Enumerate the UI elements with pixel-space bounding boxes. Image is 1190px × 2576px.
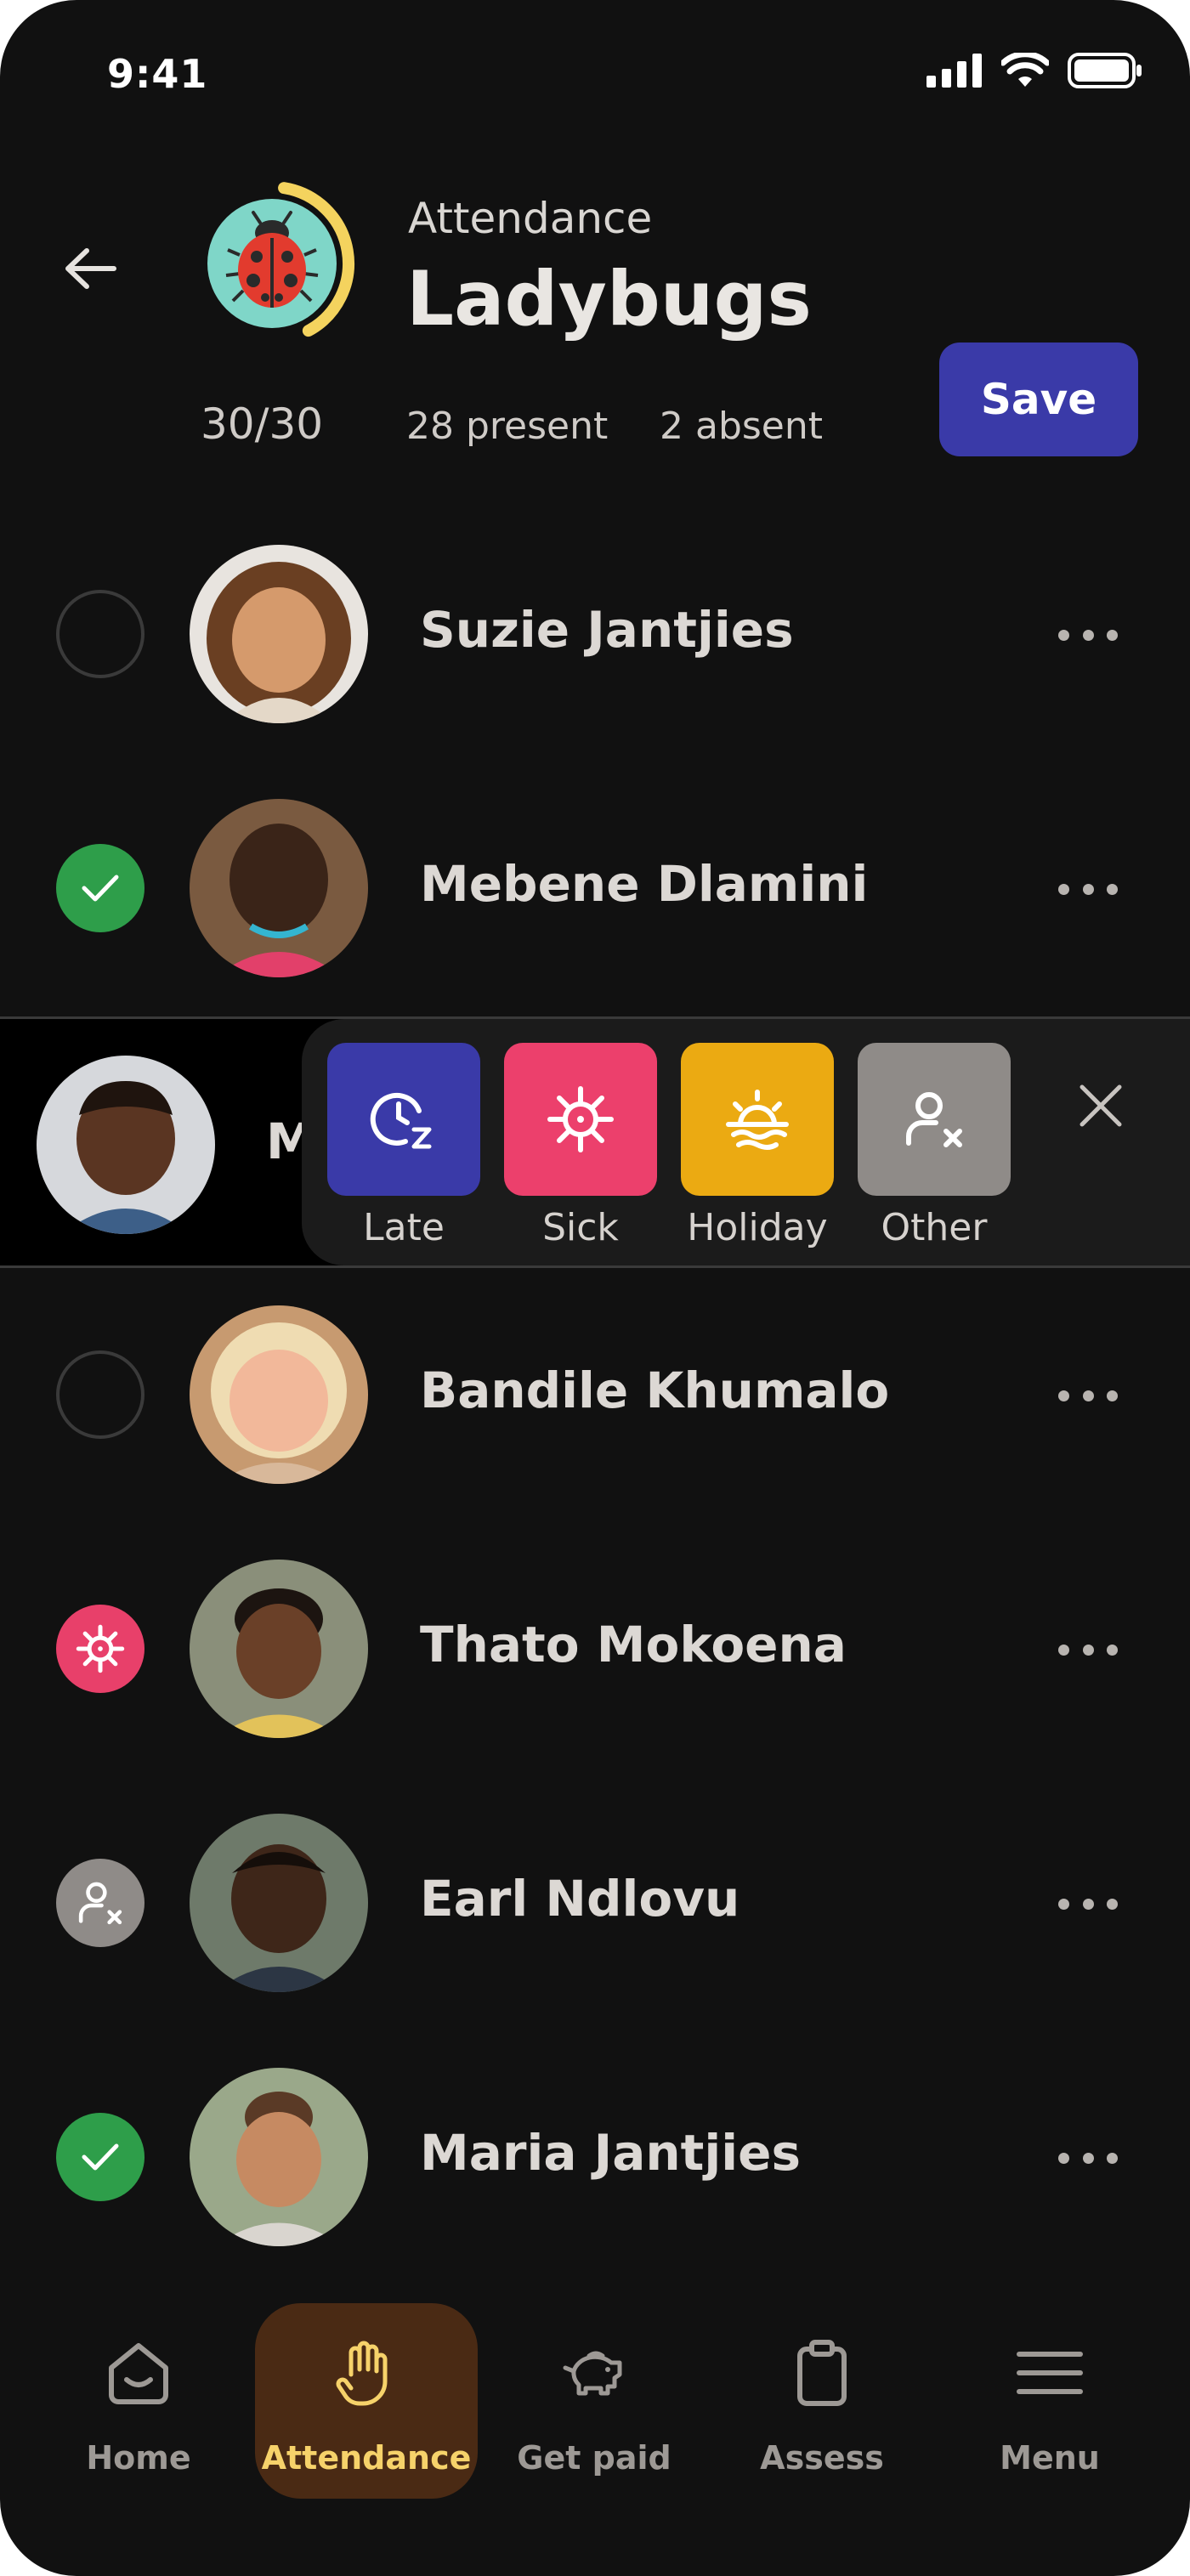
- student-photo: [37, 1056, 215, 1234]
- attendance-toggle[interactable]: [56, 844, 144, 932]
- absence-reason-tray: Late Sick Holiday Other: [302, 1019, 1190, 1265]
- nav-attendance[interactable]: Attendance: [255, 2303, 478, 2499]
- nav-assess[interactable]: Assess: [711, 2303, 933, 2499]
- student-name: Bandile Khumalo: [420, 1362, 890, 1419]
- dot-icon: [1082, 883, 1094, 895]
- attendance-toggle[interactable]: [56, 1350, 144, 1439]
- more-options-button[interactable]: [1058, 2141, 1118, 2175]
- dot-icon: [1082, 2152, 1094, 2164]
- nav-label: Assess: [760, 2439, 884, 2477]
- student-row[interactable]: Earl Ndlovu: [0, 1776, 1190, 2030]
- student-photo: [190, 2068, 368, 2246]
- student-photo: [190, 1814, 368, 1992]
- more-options-button[interactable]: [1058, 1379, 1118, 1413]
- dot-icon: [1058, 1390, 1069, 1401]
- signal-icon: [926, 54, 982, 88]
- present-count: 28 present: [406, 405, 609, 448]
- dot-icon: [1082, 629, 1094, 641]
- student-row[interactable]: Maria Jantjies: [0, 2030, 1190, 2284]
- dot-icon: [1082, 1644, 1094, 1656]
- more-options-button[interactable]: [1058, 618, 1118, 652]
- dot-icon: [1107, 629, 1118, 641]
- nav-label: Get paid: [517, 2439, 672, 2477]
- virus-icon: [76, 1624, 125, 1673]
- dot-icon: [1058, 883, 1069, 895]
- holiday-label: Holiday: [687, 1206, 828, 1249]
- more-options-button[interactable]: [1058, 1887, 1118, 1921]
- page-title: Ladybugs: [406, 255, 812, 343]
- phone-screen: 9:41 Attendance Ladybugs 30/30 28 presen…: [0, 0, 1190, 2576]
- student-photo: [190, 799, 368, 977]
- arrow-left-icon: [65, 248, 116, 289]
- dot-icon: [1058, 1644, 1069, 1656]
- status-time: 9:41: [107, 51, 208, 97]
- attendance-toggle[interactable]: [56, 590, 144, 678]
- status-icons: [926, 53, 1142, 88]
- sick-button[interactable]: [504, 1043, 657, 1196]
- student-name: Earl Ndlovu: [420, 1870, 740, 1928]
- nav-label: Attendance: [261, 2439, 472, 2477]
- menu-icon: [1017, 2352, 1083, 2394]
- student-name: Mebene Dlamini: [420, 855, 869, 913]
- student-name: Maria Jantjies: [420, 2124, 802, 2182]
- save-button[interactable]: Save: [939, 343, 1138, 456]
- late-button[interactable]: [327, 1043, 480, 1196]
- more-options-button[interactable]: [1058, 872, 1118, 906]
- student-name: Thato Mokoena: [420, 1616, 847, 1673]
- piggy-bank-icon: [563, 2351, 622, 2396]
- virus-icon: [547, 1086, 614, 1152]
- hand-icon: [336, 2341, 388, 2406]
- student-row[interactable]: Bandile Khumalo: [0, 1268, 1190, 1522]
- dot-icon: [1058, 629, 1069, 641]
- clipboard-icon: [797, 2340, 847, 2406]
- back-button[interactable]: [56, 235, 124, 303]
- dot-icon: [1107, 883, 1118, 895]
- sick-label: Sick: [542, 1206, 619, 1249]
- nav-label: Menu: [1000, 2439, 1100, 2477]
- student-row[interactable]: Mebene Dlamini: [0, 761, 1190, 1016]
- dot-icon: [1107, 1390, 1118, 1401]
- home-icon: [109, 2343, 168, 2404]
- nav-get-paid[interactable]: Get paid: [483, 2303, 706, 2499]
- check-icon: [82, 2143, 119, 2171]
- student-photo: [190, 545, 368, 723]
- wifi-icon: [1001, 53, 1049, 87]
- nav-home[interactable]: Home: [27, 2303, 250, 2499]
- user-x-icon: [906, 1092, 962, 1147]
- user-x-icon: [78, 1882, 122, 1925]
- close-icon[interactable]: [1075, 1080, 1126, 1131]
- battery-icon: [1068, 53, 1142, 88]
- clock-snooze-icon: [370, 1092, 432, 1149]
- dot-icon: [1058, 2152, 1069, 2164]
- student-row-swiped[interactable]: M Late Sick Holiday Other: [0, 1016, 1190, 1268]
- holiday-button[interactable]: [681, 1043, 834, 1196]
- check-icon: [82, 875, 119, 902]
- attendance-toggle[interactable]: [56, 1859, 144, 1947]
- student-name: Suzie Jantjies: [420, 601, 794, 659]
- attendance-toggle[interactable]: [56, 1605, 144, 1693]
- bottom-navigation: Home Attendance Get paid Assess Menu: [0, 2278, 1190, 2576]
- class-avatar: [187, 170, 374, 357]
- dot-icon: [1082, 1390, 1094, 1401]
- student-photo: [190, 1560, 368, 1738]
- student-row[interactable]: Suzie Jantjies: [0, 507, 1190, 761]
- nav-label: Home: [86, 2439, 191, 2477]
- late-label: Late: [363, 1206, 445, 1249]
- dot-icon: [1058, 1898, 1069, 1910]
- absent-count: 2 absent: [660, 405, 824, 448]
- student-row[interactable]: Thato Mokoena: [0, 1522, 1190, 1776]
- other-button[interactable]: [858, 1043, 1011, 1196]
- attendance-total: 30/30: [201, 399, 324, 449]
- attendance-toggle[interactable]: [56, 2113, 144, 2201]
- sunset-icon: [726, 1090, 789, 1150]
- more-options-button[interactable]: [1058, 1633, 1118, 1667]
- dot-icon: [1082, 1898, 1094, 1910]
- dot-icon: [1107, 2152, 1118, 2164]
- other-label: Other: [881, 1206, 988, 1249]
- dot-icon: [1107, 1898, 1118, 1910]
- nav-menu[interactable]: Menu: [938, 2303, 1161, 2499]
- student-photo: [190, 1305, 368, 1484]
- dot-icon: [1107, 1644, 1118, 1656]
- page-subtitle: Attendance: [408, 194, 653, 243]
